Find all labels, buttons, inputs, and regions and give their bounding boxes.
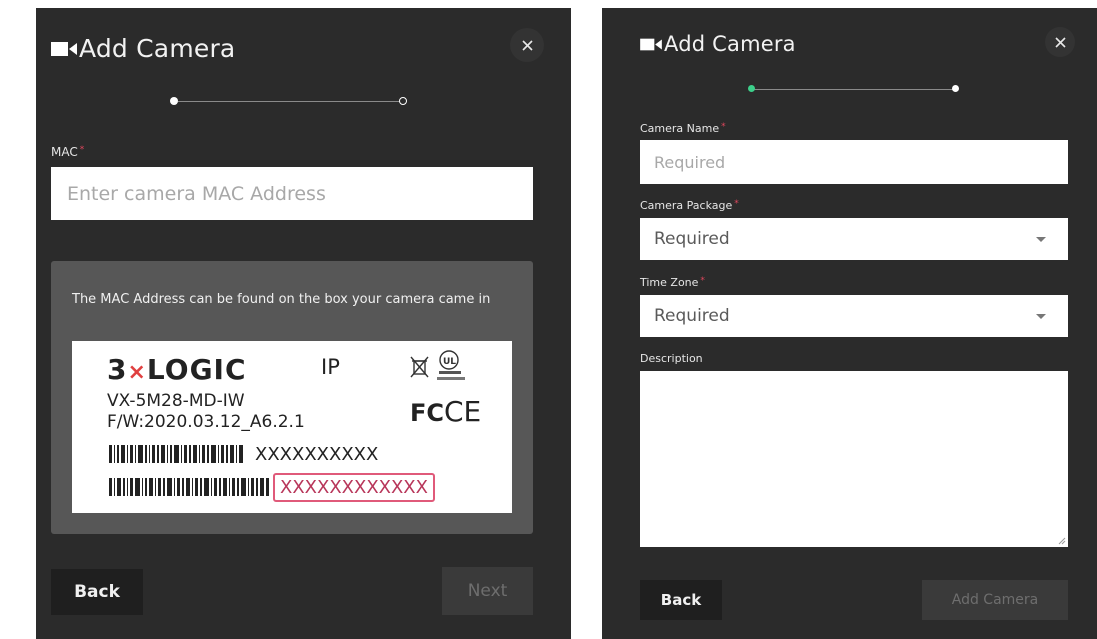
camera-package-label: Camera Package * [640,199,739,212]
next-button[interactable]: Next [442,567,533,615]
close-button[interactable] [510,28,544,62]
ul-listed-icon: UL [437,350,465,380]
add-camera-mac-dialog: Add Camera MAC* The MAC Address can be f… [36,8,571,639]
serial-text: XXXXXXXXXX [255,444,379,465]
mac-help-box: The MAC Address can be found on the box … [51,261,533,534]
step-indicator [748,84,960,96]
step-connector [754,89,954,90]
chevron-down-icon [1036,237,1046,242]
dialog-title: Add Camera [640,32,796,56]
brand-logo: 3×LOGIC [107,353,247,386]
chevron-down-icon [1036,314,1046,319]
back-button[interactable]: Back [640,580,722,620]
step-connector [178,101,400,102]
video-camera-icon [51,41,77,56]
camera-name-input[interactable] [640,140,1068,184]
close-icon [521,39,533,51]
required-mark: * [700,276,705,286]
step-2-dot [952,85,959,92]
back-button[interactable]: Back [51,569,143,615]
brand-prefix: 3 [107,353,128,386]
required-mark: * [721,122,726,132]
resize-handle-icon[interactable] [1056,535,1066,545]
recycle-bin-icon [410,356,429,378]
step-indicator [170,96,410,108]
camera-package-label-text: Camera Package [640,199,733,212]
description-textarea[interactable] [640,371,1068,547]
time-zone-value: Required [654,306,730,326]
step-2-dot [399,97,407,105]
required-mark: * [734,199,739,209]
description-label: Description [640,352,703,365]
serial-barcode [109,445,243,463]
camera-package-value: Required [654,229,730,249]
dialog-title-text: Add Camera [79,34,236,63]
ip-text: IP [321,355,340,379]
camera-package-select[interactable]: Required [640,218,1068,260]
mac-label-text: MAC [51,145,78,159]
mac-label: MAC * [51,145,84,159]
brand-x: × [127,360,147,385]
add-camera-details-dialog: Add Camera Camera Name* Camera Package* … [602,8,1097,639]
step-1-dot [170,97,178,105]
mac-barcode [109,478,269,496]
time-zone-label: Time Zone * [640,276,705,289]
add-camera-button[interactable]: Add Camera [922,580,1068,620]
video-camera-icon [640,38,662,50]
dialog-title: Add Camera [51,34,235,63]
mac-address-input[interactable] [51,167,533,220]
dialog-title-text: Add Camera [664,32,796,56]
fcc-icon: FC [410,399,445,427]
camera-name-label: Camera Name * [640,122,726,135]
close-button[interactable] [1045,27,1075,57]
mac-help-text: The MAC Address can be found on the box … [72,292,491,307]
time-zone-label-text: Time Zone [640,276,699,289]
camera-name-label-text: Camera Name [640,122,720,135]
brand-name: LOGIC [146,353,247,386]
time-zone-select[interactable]: Required [640,295,1068,337]
firmware-text: F/W:2020.03.12_A6.2.1 [107,412,305,432]
mac-highlight: XXXXXXXXXXXX [273,473,435,502]
step-1-dot [748,85,755,92]
required-mark: * [79,145,85,155]
camera-box-label-image: 3×LOGIC IP VX-5M28-MD-IW F/W:2020.03.12_… [72,341,512,513]
svg-text:UL: UL [443,357,456,367]
ce-icon: CE [444,395,482,428]
model-text: VX-5M28-MD-IW [107,391,245,411]
close-icon [1054,36,1066,48]
